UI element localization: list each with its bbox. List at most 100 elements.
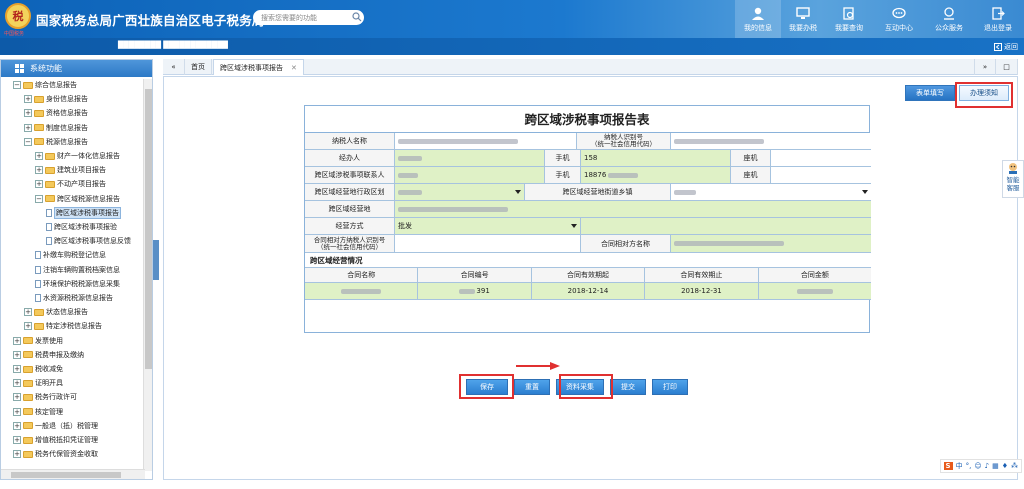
- tab-home[interactable]: 首页: [185, 59, 212, 75]
- collapse-icon[interactable]: −: [24, 137, 32, 146]
- expand-icon[interactable]: +: [13, 393, 21, 402]
- highlight-box: [459, 374, 514, 399]
- contact-field[interactable]: [395, 167, 545, 183]
- folder-icon: [23, 379, 33, 387]
- table-row[interactable]: 391 2018-12-14 2018-12-31: [305, 283, 871, 300]
- expand-icon[interactable]: +: [24, 95, 32, 104]
- submit-button[interactable]: 提交: [610, 379, 646, 395]
- sidebar-item[interactable]: + 制度信息报告: [24, 122, 88, 134]
- nav-my-info[interactable]: 我的信息: [735, 0, 781, 38]
- sidebar-scrollbar[interactable]: [143, 79, 152, 471]
- sidebar-item[interactable]: + 状态信息报告: [24, 306, 88, 318]
- nav-interaction[interactable]: 互动中心: [876, 0, 922, 38]
- handler-mobile-field[interactable]: 158: [581, 150, 731, 166]
- expand-icon[interactable]: +: [35, 152, 43, 160]
- expand-icon[interactable]: +: [35, 166, 43, 175]
- address-field[interactable]: [395, 201, 871, 217]
- sidebar-item[interactable]: − 综合信息报告: [13, 79, 77, 91]
- street-select[interactable]: [671, 184, 871, 200]
- search-icon[interactable]: [352, 12, 362, 22]
- collapse-icon[interactable]: −: [35, 194, 43, 203]
- sidebar-item-label: 发票使用: [35, 336, 63, 345]
- sidebar-item[interactable]: + 一般退（抵）税管理: [13, 420, 98, 432]
- contract-amount-cell[interactable]: [759, 283, 871, 299]
- expand-icon[interactable]: +: [13, 421, 21, 430]
- expand-icon[interactable]: +: [24, 123, 32, 132]
- sidebar-item[interactable]: + 身份信息报告: [24, 93, 88, 105]
- nav-do-tax[interactable]: 我要办税: [780, 0, 826, 38]
- expand-icon[interactable]: +: [13, 379, 21, 388]
- ime-toolbar[interactable]: S 中 °, ☺ ♪ ▦ ♦ ⁂: [939, 459, 1022, 473]
- back-button[interactable]: 返回: [994, 42, 1018, 52]
- back-icon: [994, 43, 1002, 51]
- print-button[interactable]: 打印: [652, 379, 688, 395]
- expand-icon[interactable]: +: [24, 322, 32, 331]
- partner-name-field[interactable]: [671, 235, 871, 252]
- smart-service-widget[interactable]: 智能客服: [1002, 160, 1024, 198]
- reset-button[interactable]: 重置: [514, 379, 550, 395]
- sidebar-item[interactable]: 环境保护税税源信息采集: [35, 278, 120, 290]
- expand-icon[interactable]: +: [24, 109, 32, 118]
- tab-cross-region-report[interactable]: 跨区域涉税事项报告 ✕: [213, 59, 304, 75]
- sidebar-item[interactable]: + 税务代保管资金收取: [13, 448, 98, 460]
- region-select[interactable]: [395, 184, 525, 200]
- nav-public-service[interactable]: 公众服务: [926, 0, 972, 38]
- expand-icon[interactable]: +: [35, 180, 43, 189]
- sidebar-item[interactable]: + 特定涉税信息报告: [24, 320, 102, 332]
- expand-icon[interactable]: +: [13, 350, 21, 359]
- sidebar-item[interactable]: + 建筑业项目报告: [35, 164, 106, 176]
- contact-mobile-field[interactable]: 18876: [581, 167, 731, 183]
- sidebar-title: 系统功能: [30, 64, 62, 73]
- contract-end-cell[interactable]: 2018-12-31: [645, 283, 759, 299]
- tab-form-fill[interactable]: 表单填写: [905, 85, 955, 101]
- scroll-thumb[interactable]: [145, 89, 152, 369]
- handler-field[interactable]: [395, 150, 545, 166]
- sidebar-item[interactable]: + 增值税抵扣凭证管理: [13, 434, 98, 446]
- ime-lang: 中: [955, 462, 963, 470]
- sidebar-item[interactable]: 注销车辆购置税档案信息: [35, 264, 120, 276]
- sidebar-item[interactable]: + 税务行政许可: [13, 391, 77, 403]
- contact-landline-field[interactable]: [771, 167, 871, 183]
- search-input[interactable]: [253, 10, 364, 25]
- sidebar-item[interactable]: + 资格信息报告: [24, 107, 88, 119]
- expand-icon[interactable]: +: [13, 436, 21, 444]
- sidebar-item[interactable]: 跨区域涉税事项报告: [46, 206, 121, 219]
- contract-start-cell[interactable]: 2018-12-14: [532, 283, 646, 299]
- nav-query[interactable]: 我要查询: [826, 0, 872, 38]
- collapse-icon[interactable]: −: [13, 81, 21, 89]
- expand-icon[interactable]: +: [24, 308, 32, 317]
- sidebar-item[interactable]: + 证明开具: [13, 377, 63, 389]
- sidebar-item[interactable]: + 财产一体化信息报告: [35, 150, 120, 162]
- nav-logout[interactable]: 退出登录: [975, 0, 1021, 38]
- expand-icon[interactable]: +: [13, 407, 21, 416]
- maximize-icon[interactable]: □: [996, 59, 1018, 75]
- tab-scroll-right-icon[interactable]: »: [974, 59, 996, 75]
- tab-scroll-left-icon[interactable]: «: [163, 59, 185, 75]
- sidebar-item[interactable]: + 发票使用: [13, 335, 63, 347]
- sidebar-collapse-handle[interactable]: [153, 240, 159, 280]
- sidebar-item[interactable]: 水资源税税源信息报告: [35, 292, 113, 304]
- partner-id-field[interactable]: [395, 235, 581, 252]
- sidebar-item[interactable]: 补缴车购税登记信息: [35, 249, 106, 261]
- contract-number-cell[interactable]: 391: [418, 283, 532, 299]
- sidebar-item[interactable]: + 税费申报及缴纳: [13, 349, 84, 361]
- close-icon[interactable]: ✕: [291, 64, 297, 72]
- hscroll-thumb[interactable]: [11, 472, 121, 478]
- expand-icon[interactable]: +: [13, 365, 21, 373]
- sidebar-item[interactable]: − 跨区域税源信息报告: [35, 193, 120, 205]
- sidebar-item[interactable]: 跨区域涉税事项信息反馈: [46, 235, 131, 247]
- expand-icon[interactable]: +: [13, 450, 21, 459]
- sidebar-header: 系统功能: [1, 60, 152, 77]
- sidebar-hscrollbar[interactable]: [1, 469, 145, 479]
- sidebar-item[interactable]: − 税源信息报告: [24, 136, 88, 148]
- sidebar-item[interactable]: 跨区域涉税事项报验: [46, 221, 117, 233]
- contract-name-cell[interactable]: [305, 283, 419, 299]
- function-tree: − 综合信息报告 + 身份信息报告 + 资格信息报告 + 制度信息报告 − 税源信息报告 + 财产一体…: [1, 79, 145, 467]
- sidebar-item[interactable]: + 不动产项目报告: [35, 178, 106, 190]
- handler-landline-field[interactable]: [771, 150, 871, 166]
- expand-icon[interactable]: +: [13, 336, 21, 345]
- mode-select[interactable]: 批发: [395, 218, 581, 234]
- contract-header: 合同名称 合同编号 合同有效期起 合同有效期止 合同金额: [305, 268, 872, 283]
- sidebar-item[interactable]: + 税收减免: [13, 363, 63, 375]
- sidebar-item[interactable]: + 核定管理: [13, 406, 63, 418]
